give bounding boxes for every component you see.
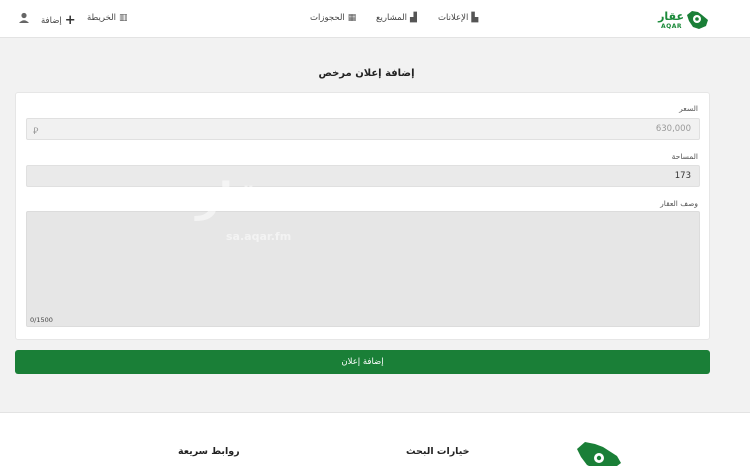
nav-projects-label: المشاريع <box>376 13 408 23</box>
nav-bookings[interactable]: ▦ الحجوزات <box>310 13 356 23</box>
footer-quick-links-heading: روابط سريعة <box>178 446 240 457</box>
description-textarea[interactable]: 0/1500 <box>26 211 700 327</box>
nav-add-label: إضافة <box>41 15 62 26</box>
submit-ad-button[interactable]: إضافة إعلان <box>15 350 710 374</box>
currency-icon: ⃁ <box>33 127 39 137</box>
page-title: إضافة إعلان مرخص <box>318 68 415 79</box>
description-label: وصف العقار <box>660 199 698 208</box>
nav-map[interactable]: ▥ الخريطة <box>87 13 128 23</box>
nav-bookings-label: الحجوزات <box>310 13 345 23</box>
footer-search-options-heading: خيارات البحث <box>406 446 470 457</box>
logo-english-text: AQAR <box>660 23 682 30</box>
building-icon: ▙ <box>471 13 479 23</box>
top-header: عقار AQAR ▙ الإعلانات ▟ المشاريع ▦ الحجو… <box>0 0 750 38</box>
nav-ads-label: الإعلانات <box>438 13 469 23</box>
map-icon: ▥ <box>119 13 128 23</box>
saudi-map-pin-icon <box>687 11 708 29</box>
area-input[interactable]: 173 <box>26 165 700 187</box>
calendar-icon: ▦ <box>347 13 357 23</box>
footer: خيارات البحث روابط سريعة <box>0 412 750 466</box>
nav-map-label: الخريطة <box>87 13 117 23</box>
logo-arabic-text: عقار <box>658 10 684 23</box>
aqar-logo[interactable]: عقار AQAR <box>640 9 710 33</box>
nav-add[interactable]: + إضافة <box>41 13 76 28</box>
nav-ads[interactable]: ▙ الإعلانات <box>438 13 478 23</box>
price-label: السعر <box>679 104 698 113</box>
user-icon[interactable] <box>17 11 31 25</box>
ad-form-card: السعر 630,000 ⃁ المساحة 173 وصف العقار 0… <box>15 92 710 340</box>
nav-projects[interactable]: ▟ المشاريع <box>376 13 417 23</box>
plus-icon: + <box>64 13 76 28</box>
projects-icon: ▟ <box>410 13 417 23</box>
saudi-map-icon <box>577 442 621 466</box>
price-input[interactable]: 630,000 <box>26 118 700 140</box>
area-label: المساحة <box>671 152 698 161</box>
character-counter: 0/1500 <box>30 316 53 324</box>
